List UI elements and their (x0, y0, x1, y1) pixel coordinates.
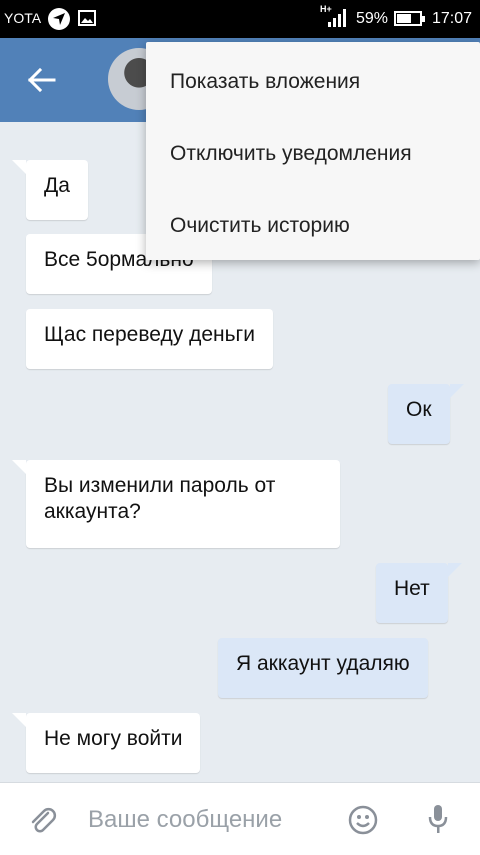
overflow-menu: Показать вложения Отключить уведомления … (146, 42, 480, 260)
message-outgoing[interactable]: Нет (376, 563, 462, 623)
message-incoming[interactable]: Не могу войти (11, 713, 201, 773)
clock: 17:07 (432, 10, 473, 27)
menu-item-mute-notifications[interactable]: Отключить уведомления (146, 118, 480, 190)
message-input[interactable] (86, 801, 330, 839)
status-bar: YOTA H+ 59% 17:07 (0, 0, 480, 38)
message-incoming[interactable]: Вы изменили пароль от аккаунта? (12, 460, 340, 548)
message-incoming[interactable]: Да (12, 160, 88, 220)
message-composer (0, 782, 480, 855)
back-arrow-icon[interactable] (26, 66, 58, 94)
message-outgoing[interactable]: Ок (388, 384, 463, 444)
menu-item-clear-history[interactable]: Очистить историю (146, 190, 480, 262)
signal-icon (326, 8, 348, 32)
image-icon (78, 10, 96, 26)
attach-icon[interactable] (28, 805, 58, 840)
emoji-icon[interactable] (348, 805, 378, 840)
message-outgoing[interactable]: Я аккаунт удаляю (218, 638, 428, 698)
message-incoming[interactable]: Щас переведу деньги (26, 309, 273, 369)
battery-icon (394, 11, 425, 26)
carrier-name: YOTA (4, 10, 42, 26)
battery-percent: 59% (356, 10, 389, 27)
microphone-icon[interactable] (426, 803, 450, 840)
menu-item-show-attachments[interactable]: Показать вложения (146, 46, 480, 118)
navigation-arrow-icon (48, 8, 70, 30)
